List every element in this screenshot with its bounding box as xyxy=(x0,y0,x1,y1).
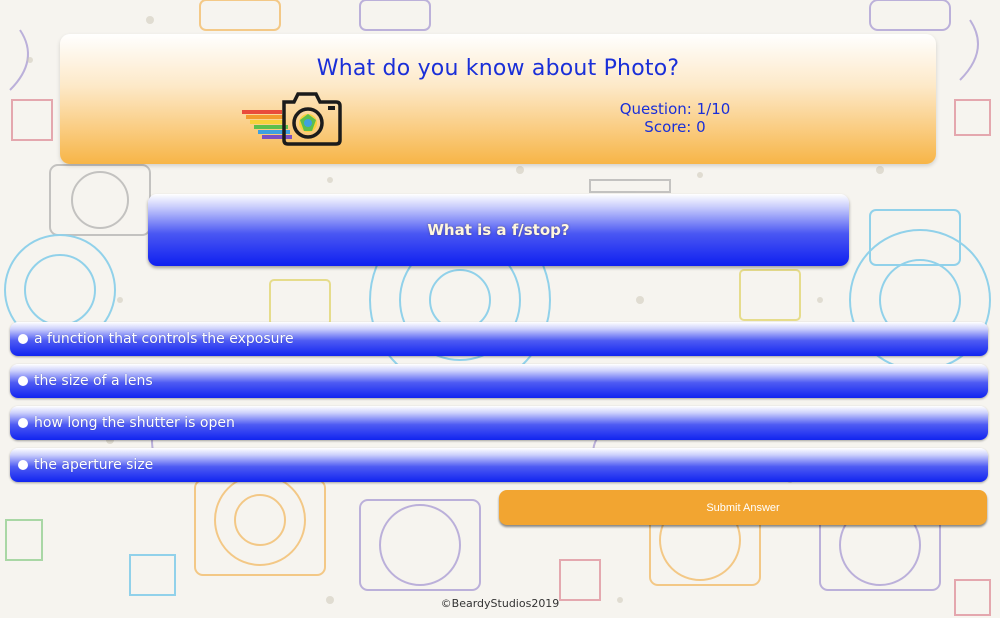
answer-option-label: a function that controls the exposure xyxy=(34,331,294,347)
copyright-footer: ©BeardyStudios2019 xyxy=(440,597,560,610)
answer-option-label: the size of a lens xyxy=(34,373,153,389)
question-text: What is a f/stop? xyxy=(427,221,570,239)
radio-dot-icon[interactable] xyxy=(18,334,28,344)
answer-option-label: the aperture size xyxy=(34,457,154,473)
submit-answer-button[interactable]: Submit Answer xyxy=(499,490,987,525)
radio-dot-icon[interactable] xyxy=(18,460,28,470)
answer-option[interactable]: a function that controls the exposure xyxy=(10,322,988,356)
quiz-status: Question: 1/10 Score: 0 xyxy=(608,100,742,136)
question-card: What is a f/stop? xyxy=(148,194,849,266)
radio-dot-icon[interactable] xyxy=(18,376,28,386)
radio-dot-icon[interactable] xyxy=(18,418,28,428)
score-display: Score: 0 xyxy=(644,118,706,136)
rainbow-camera-icon xyxy=(242,92,342,146)
answer-option[interactable]: the aperture size xyxy=(10,448,988,482)
answer-option-label: how long the shutter is open xyxy=(34,415,235,431)
answer-option[interactable]: the size of a lens xyxy=(10,364,988,398)
quiz-title: What do you know about Photo? xyxy=(316,56,680,81)
answer-options: a function that controls the exposure th… xyxy=(10,322,988,490)
quiz-header: What do you know about Photo? Question: … xyxy=(60,34,936,164)
question-counter: Question: 1/10 xyxy=(619,100,731,118)
answer-option[interactable]: how long the shutter is open xyxy=(10,406,988,440)
